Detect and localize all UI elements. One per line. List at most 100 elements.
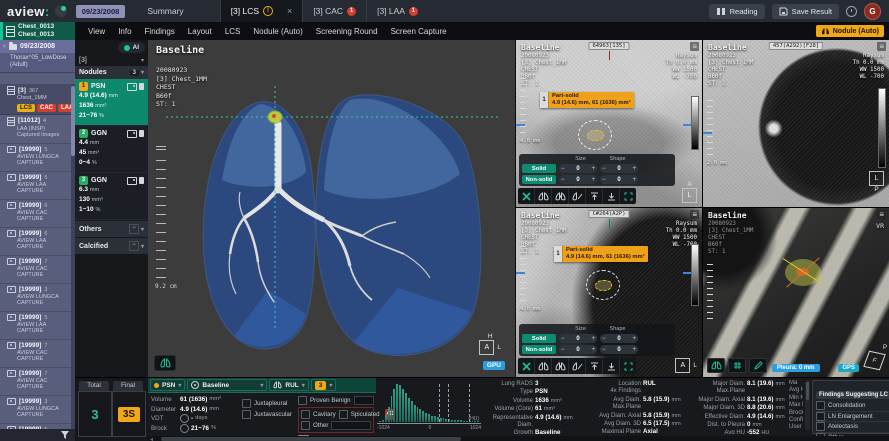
nonsolid-button[interactable]: Non-solid (522, 345, 556, 354)
series-item[interactable]: [19999] 7 AVIEW CAC CAPTURE (0, 340, 71, 368)
others-section-header[interactable]: Others − ▾ (75, 221, 148, 237)
growth-dropdown[interactable]: Baseline▾ (187, 379, 267, 391)
nodule-roi-circle[interactable] (578, 120, 612, 150)
nodules-section-header[interactable]: Nodules 3 ▾ (75, 66, 148, 79)
collapse-icon[interactable]: − (129, 241, 139, 251)
series-item[interactable]: [19999] 6 AVIEW LAA CAPTURE (0, 228, 71, 256)
tab-summary[interactable]: Summary (137, 0, 193, 22)
menu-item[interactable]: Screen Capture (391, 27, 447, 36)
lung-edit-tool[interactable] (569, 358, 586, 374)
other-field[interactable] (331, 421, 371, 430)
scroll-left-icon[interactable]: ◂ (150, 436, 153, 441)
solid-size-stepper[interactable]: −0+ (559, 164, 597, 173)
orientation-cube[interactable]: F (863, 351, 886, 371)
tab-lcs[interactable]: [3] LCS ! × (220, 0, 303, 22)
lung-mask-tool[interactable] (535, 358, 552, 374)
nodule-list-item[interactable]: 2 GGN 4.4 mm 45 mm³ 0~4 % (75, 126, 148, 173)
score-dropdown[interactable]: 3▾ (311, 379, 337, 391)
checkbox[interactable] (301, 410, 310, 419)
location-dropdown[interactable]: RUL▾ (269, 379, 308, 391)
lung-region-tool[interactable] (552, 188, 569, 204)
expand-tool[interactable] (620, 358, 636, 374)
viewport-axial[interactable]: Baseline 64963[135] ≡ 20080923[3] Chest_… (516, 40, 702, 207)
finding-checkbox-row[interactable]: Consolidation (816, 401, 889, 412)
series-item[interactable]: [11012] 4 LAA (INSP) Captured Images (0, 115, 71, 144)
series-item[interactable]: [3] 367 Chest_1MM LCSCACLAA (0, 84, 71, 115)
solid-shape-stepper[interactable]: −0+ (600, 334, 638, 343)
nonsolid-shape-stepper[interactable]: −0+ (600, 345, 638, 354)
scrollbar-thumb[interactable] (161, 437, 461, 441)
tab-cac[interactable]: [3] CAC 1 (302, 0, 366, 22)
detail-icon[interactable] (139, 177, 144, 184)
finding-checkbox-row[interactable]: LN Enlargement (816, 412, 889, 423)
ai-toggle[interactable]: AI (118, 42, 146, 53)
detail-icon[interactable] (139, 83, 144, 90)
lung-mask-tool[interactable] (535, 188, 552, 204)
view-menu-icon[interactable]: ≡ (877, 42, 886, 51)
checkbox[interactable] (301, 421, 310, 430)
menu-item[interactable]: Nodule (Auto) (253, 27, 302, 36)
series-item[interactable]: [19999] 5 AVIEW LAA CAPTURE (0, 312, 71, 340)
series-item[interactable]: [19999] 3 AVIEW LUNGCA CAPTURE (0, 284, 71, 312)
grow-up-tool[interactable] (586, 358, 603, 374)
series-item[interactable]: [19999] 5 AVIEW LAA CAPTURE (0, 172, 71, 200)
viewport-coronal[interactable]: Baseline C#264(A2P) ≡ 20080923[3] Chest_… (516, 208, 702, 377)
menu-item[interactable]: View (88, 27, 105, 36)
series-item[interactable]: [19999] 5 AVIEW LUNGCA CAPTURE (0, 144, 71, 172)
grayscale-bar[interactable] (691, 244, 699, 306)
grid-tool[interactable] (728, 358, 746, 373)
nodule-annotation[interactable]: 1 Part-solid4.9 (14.6) mm, 61 (1636) mm³ (540, 92, 634, 108)
series-item[interactable]: [19999] 6 AVIEW CAC CAPTURE (0, 200, 71, 228)
nonsolid-size-stepper[interactable]: −0+ (559, 175, 597, 184)
solid-shape-stepper[interactable]: −0+ (600, 164, 638, 173)
series-item[interactable]: [19999] 7 AVIEW CAC CAPTURE (0, 256, 71, 284)
tab-laa[interactable]: [3] LAA 1 (366, 0, 428, 22)
history-clock-icon[interactable] (846, 6, 857, 17)
checkbox[interactable] (339, 410, 348, 419)
nonsolid-size-stepper[interactable]: −0+ (559, 345, 597, 354)
capture-icon[interactable] (127, 130, 137, 138)
series-item[interactable]: [19999] 3 AVIEW LUNGCA CAPTURE (0, 396, 71, 424)
menu-item[interactable]: Findings (145, 27, 175, 36)
capture-icon[interactable] (127, 177, 137, 185)
menu-item[interactable]: LCS (225, 27, 241, 36)
study-date-row[interactable]: ▾ 09/23/2008 (0, 40, 75, 53)
proven-benign-row[interactable]: Proven Benign (298, 395, 374, 406)
nodule-list-item[interactable]: 1 PSN 4.9 (14.6) mm 1636 mm³ 21~76 % (75, 79, 148, 126)
study-description[interactable]: Thorax^05_LowDose (Adult) (0, 53, 75, 73)
capture-icon[interactable] (127, 83, 137, 91)
view-menu-icon[interactable]: ≡ (877, 210, 886, 219)
viewport-3d[interactable]: Baseline 20080923[3] Chest_1MMCHESTB60fS… (148, 40, 515, 377)
nonsolid-shape-stepper[interactable]: −0+ (600, 175, 638, 184)
cavitary-spiculated-row[interactable]: Cavitary Spiculated 4X (301, 409, 371, 420)
lung-view-toggle[interactable] (154, 355, 176, 371)
other-row[interactable]: Other (301, 420, 371, 431)
lung-edit-tool[interactable] (569, 188, 586, 204)
solid-size-stepper[interactable]: −0+ (559, 334, 597, 343)
flag-checkbox-row[interactable]: Juxtavascular (242, 409, 292, 420)
edit-tool[interactable] (749, 358, 767, 373)
checkbox[interactable] (816, 422, 825, 431)
collapse-icon[interactable]: − (129, 224, 139, 234)
finding-checkbox-row[interactable]: Atelectasis (816, 422, 889, 433)
checkbox[interactable] (242, 399, 251, 408)
cut-tool[interactable] (518, 188, 535, 204)
proven-benign-field[interactable] (354, 396, 374, 405)
view-menu-icon[interactable]: ≡ (690, 42, 699, 51)
grow-up-tool[interactable] (586, 188, 603, 204)
study-date-badge[interactable]: 09/23/2008 (76, 5, 126, 18)
final-box[interactable]: 3S (112, 391, 146, 437)
view-menu-icon[interactable]: ≡ (690, 210, 699, 219)
patient-card[interactable]: Chest_0013 Chest_0013 (0, 22, 78, 40)
series-item[interactable]: [19999] 7 AVIEW CAC CAPTURE (0, 368, 71, 396)
checkbox[interactable] (242, 410, 251, 419)
checkbox[interactable] (298, 396, 307, 405)
flag-checkbox-row[interactable]: Juxtapleural (242, 398, 292, 409)
detail-icon[interactable] (139, 130, 144, 137)
type-dropdown[interactable]: PSN▾ (150, 379, 185, 391)
checkbox[interactable] (816, 412, 825, 421)
user-avatar[interactable]: G (864, 3, 881, 20)
lung-display-tool[interactable] (707, 358, 725, 373)
grayscale-bar[interactable] (878, 88, 886, 168)
nodule-annotation[interactable]: 1 Part-solid4.9 (14.6) mm, 61 (1636) mm³ (554, 246, 648, 262)
